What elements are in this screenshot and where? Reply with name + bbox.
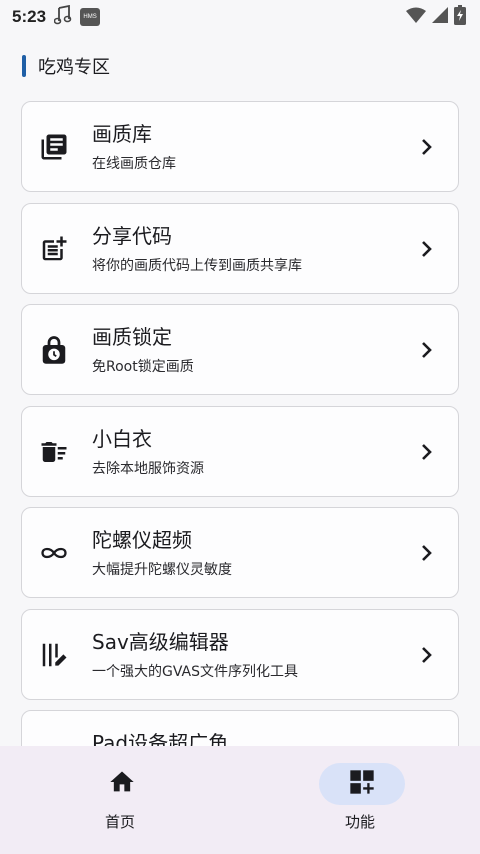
chevron-right-icon: [420, 646, 432, 664]
card-subtitle: 将你的画质代码上传到画质共享库: [92, 257, 302, 274]
chevron-right-icon: [420, 138, 432, 156]
card-subtitle: 一个强大的GVAS文件序列化工具: [92, 663, 298, 680]
card-white-clothes[interactable]: 小白衣 去除本地服饰资源: [21, 405, 459, 497]
nav-home-label: 首页: [104, 813, 135, 831]
lock-clock-icon: [39, 335, 69, 365]
section-accent-bar: [22, 55, 26, 77]
feature-list: 画质库 在线画质仓库 分享代码 将你的画质代码上传到画质共享库 画质锁定 免Ro…: [21, 101, 459, 812]
card-title: 小白衣: [92, 426, 152, 451]
chevron-right-icon: [420, 341, 432, 359]
section-title: 吃鸡专区: [38, 57, 110, 78]
card-subtitle: 免Root锁定画质: [92, 359, 194, 375]
card-sav-editor[interactable]: Sav高级编辑器 一个强大的GVAS文件序列化工具: [21, 608, 459, 700]
card-gyro-overclock[interactable]: 陀螺仪超频 大幅提升陀螺仪灵敏度: [21, 507, 459, 598]
edit-note-icon: [39, 640, 69, 670]
nav-functions[interactable]: 功能: [240, 746, 480, 854]
library-books-icon: [39, 132, 69, 162]
card-subtitle: 去除本地服饰资源: [92, 460, 204, 477]
hms-badge-icon: HMS: [80, 8, 101, 26]
chevron-right-icon: [420, 544, 432, 562]
chevron-right-icon: [420, 443, 432, 461]
nav-home-pill: [79, 763, 165, 805]
card-title: 画质锁定: [92, 325, 172, 349]
post-add-icon: [39, 234, 69, 264]
delete-sweep-icon: [39, 437, 69, 467]
card-title: 画质库: [92, 122, 152, 146]
card-title: 分享代码: [92, 223, 172, 248]
nav-home[interactable]: 首页: [0, 746, 240, 854]
battery-charging-icon: [454, 5, 466, 29]
card-quality-library[interactable]: 画质库 在线画质仓库: [21, 101, 459, 192]
bottom-nav: 首页 功能: [0, 746, 480, 854]
infinity-icon: [39, 538, 69, 568]
card-title: Sav高级编辑器: [92, 629, 229, 654]
status-bar: 5:23 HMS: [0, 0, 480, 34]
section-header: 吃鸡专区: [22, 54, 110, 78]
dashboard-add-icon: [348, 768, 376, 800]
nav-functions-label: 功能: [344, 813, 375, 831]
card-subtitle: 大幅提升陀螺仪灵敏度: [92, 562, 232, 578]
card-subtitle: 在线画质仓库: [92, 156, 176, 172]
nav-functions-pill: [319, 763, 405, 805]
card-title: 陀螺仪超频: [92, 528, 192, 552]
home-icon: [108, 768, 136, 800]
status-time: 5:23: [12, 7, 47, 26]
music-note-icon: [53, 4, 72, 29]
chevron-right-icon: [420, 240, 432, 258]
card-share-code[interactable]: 分享代码 将你的画质代码上传到画质共享库: [21, 202, 459, 294]
cellular-icon: [432, 7, 448, 27]
card-quality-lock[interactable]: 画质锁定 免Root锁定画质: [21, 304, 459, 395]
wifi-icon: [406, 7, 426, 27]
